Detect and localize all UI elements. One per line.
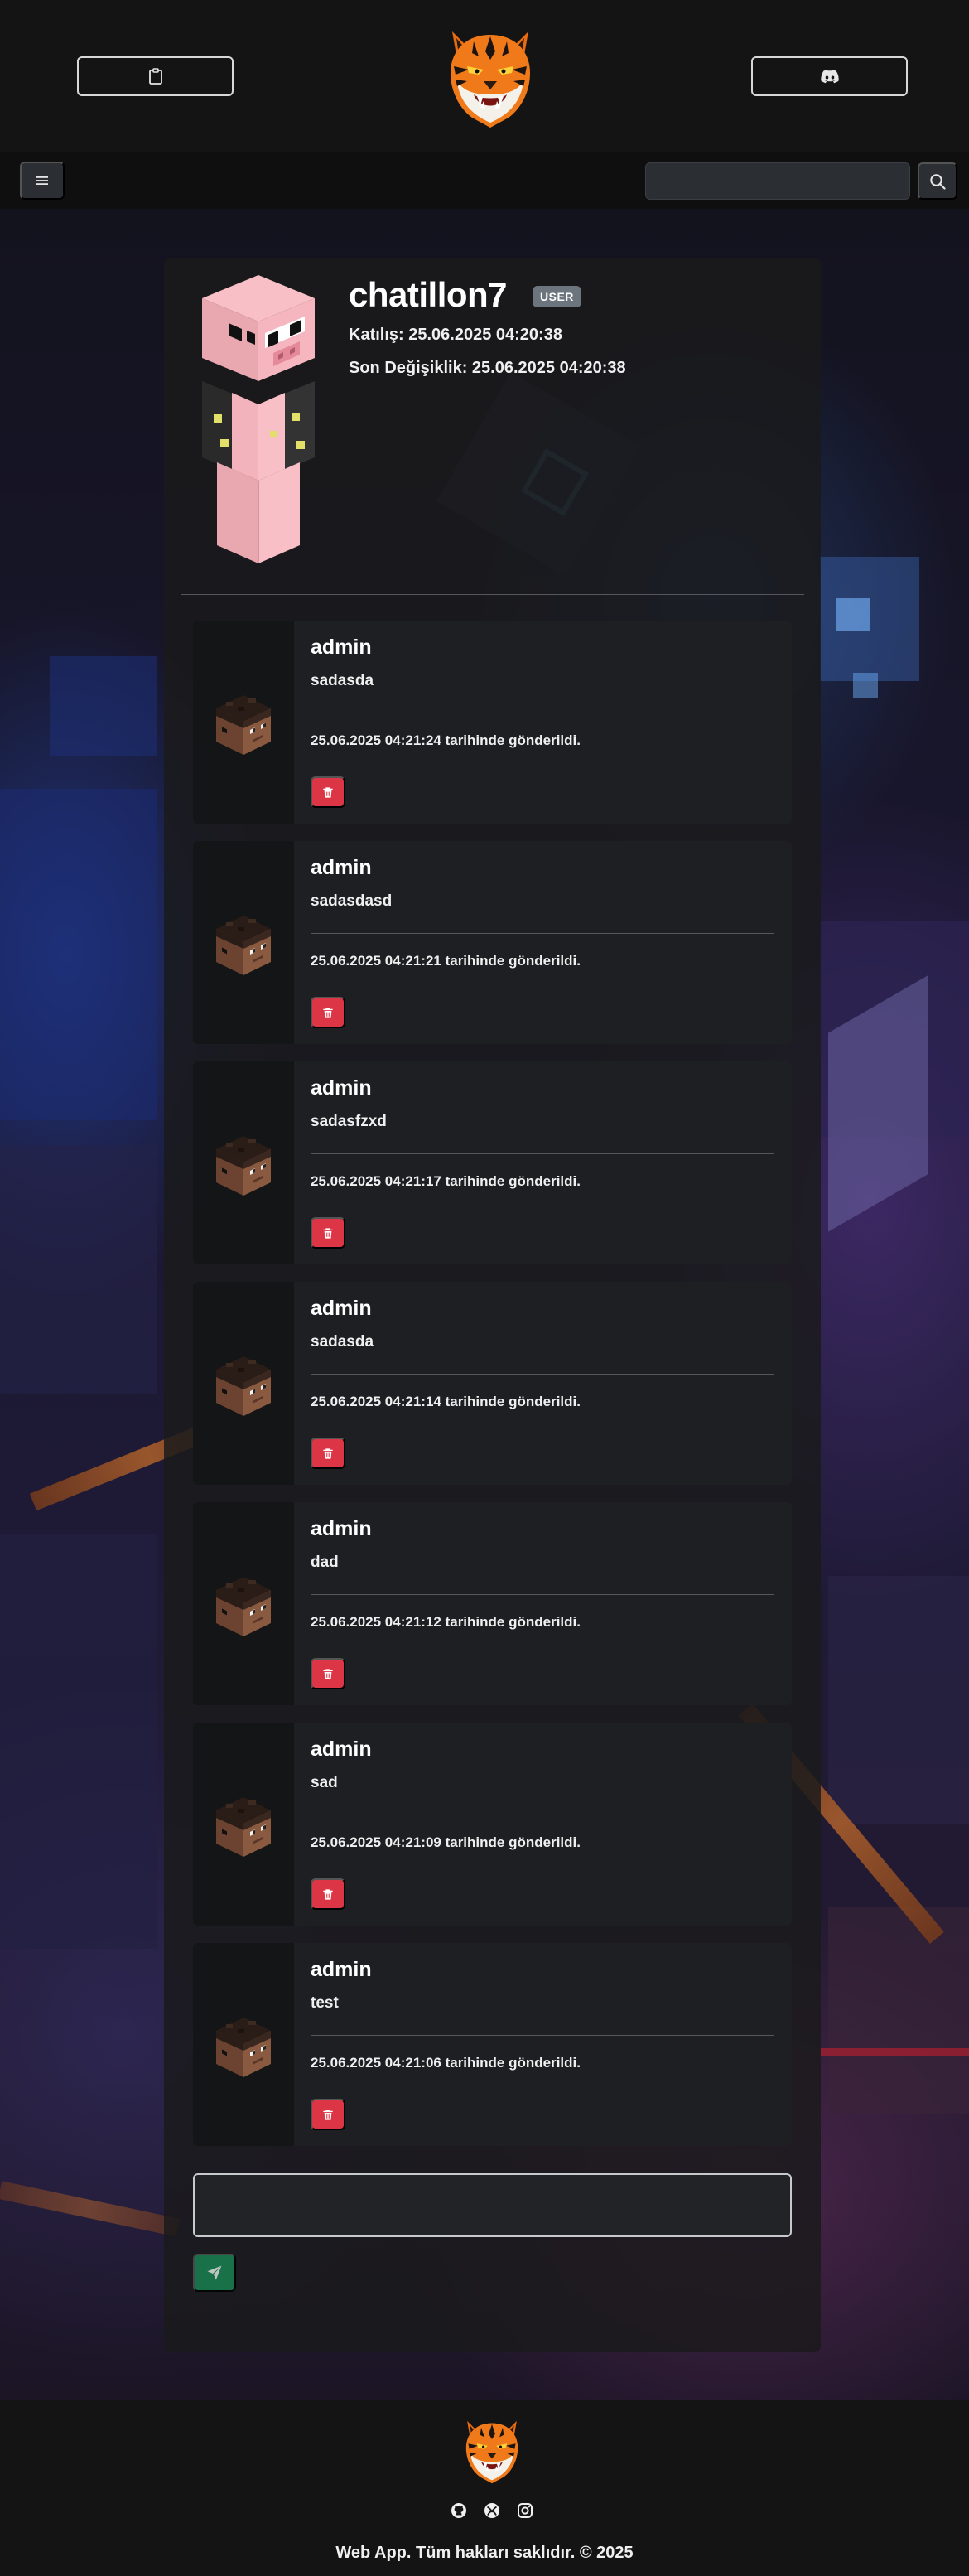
send-button[interactable] [193, 2254, 236, 2292]
search-button[interactable] [918, 162, 957, 200]
menu-button[interactable] [20, 162, 65, 200]
comment-item: admin sadasdasd 25.06.2025 04:21:21 tari… [193, 841, 792, 1044]
delete-comment-button[interactable] [311, 1658, 345, 1689]
comment-author[interactable]: admin [311, 1297, 372, 1321]
comment-author[interactable]: admin [311, 636, 372, 660]
comment-date: 25.06.2025 04:21:06 tarihinde gönderildi… [311, 2055, 581, 2071]
discord-button[interactable] [751, 56, 908, 96]
clipboard-icon [148, 68, 162, 85]
comment-author[interactable]: admin [311, 1517, 372, 1541]
profile-username: chatillon7 [349, 275, 508, 314]
author-avatar[interactable] [215, 694, 272, 756]
discord-icon [820, 69, 839, 83]
delete-comment-button[interactable] [311, 1438, 345, 1469]
author-avatar[interactable] [215, 1795, 272, 1858]
joined-date: Katılış: 25.06.2025 04:20:38 [349, 326, 562, 344]
role-badge: USER [533, 286, 581, 307]
trash-icon [322, 1447, 334, 1460]
author-avatar[interactable] [215, 1575, 272, 1638]
comment-text: dad [311, 1554, 339, 1571]
comment-textarea[interactable] [193, 2173, 792, 2237]
comment-date: 25.06.2025 04:21:21 tarihinde gönderildi… [311, 953, 581, 969]
modified-date: Son Değişiklik: 25.06.2025 04:20:38 [349, 359, 626, 377]
profile-divider [181, 594, 804, 595]
author-avatar[interactable] [215, 2016, 272, 2079]
comment-author[interactable]: admin [311, 1958, 372, 1982]
trash-icon [322, 1888, 334, 1901]
comment-item: admin sadasda 25.06.2025 04:21:24 tarihi… [193, 621, 792, 824]
send-icon [207, 2265, 222, 2280]
instagram-icon [518, 2503, 533, 2518]
trash-icon [322, 786, 334, 799]
xbox-icon [485, 2503, 499, 2518]
comment-item: admin sadasfzxd 25.06.2025 04:21:17 tari… [193, 1061, 792, 1264]
comment-text: sadasfzxd [311, 1113, 387, 1130]
search-icon [930, 173, 946, 190]
comment-text: test [311, 1994, 339, 2012]
comment-author[interactable]: admin [311, 1737, 372, 1762]
github-link[interactable] [449, 2501, 469, 2520]
comment-item: admin test 25.06.2025 04:21:06 tarihinde… [193, 1943, 792, 2146]
comment-text: sad [311, 1774, 338, 1791]
delete-comment-button[interactable] [311, 776, 345, 808]
trash-icon [322, 1227, 334, 1240]
comment-date: 25.06.2025 04:21:24 tarihinde gönderildi… [311, 732, 581, 748]
author-avatar[interactable] [215, 1134, 272, 1197]
comment-divider [311, 1153, 774, 1154]
author-avatar[interactable] [215, 914, 272, 977]
footer-tiger-logo [460, 2415, 524, 2485]
xbox-link[interactable] [482, 2501, 502, 2520]
delete-comment-button[interactable] [311, 1217, 345, 1249]
comment-divider [311, 1594, 774, 1595]
comment-list: admin sadasda 25.06.2025 04:21:24 tarihi… [193, 621, 792, 2163]
delete-comment-button[interactable] [311, 1878, 345, 1910]
comment-divider [311, 933, 774, 934]
trash-icon [322, 1668, 334, 1680]
comment-item: admin sad 25.06.2025 04:21:09 tarihinde … [193, 1723, 792, 1926]
comment-text: sadasda [311, 672, 374, 689]
comment-text: sadasda [311, 1333, 374, 1351]
clipboard-button[interactable] [77, 56, 234, 96]
comment-divider [311, 1374, 774, 1375]
comment-author[interactable]: admin [311, 856, 372, 880]
comment-divider [311, 2035, 774, 2036]
comment-date: 25.06.2025 04:21:12 tarihinde gönderildi… [311, 1614, 581, 1630]
comment-item: admin sadasda 25.06.2025 04:21:14 tarihi… [193, 1282, 792, 1485]
comment-date: 25.06.2025 04:21:14 tarihinde gönderildi… [311, 1394, 581, 1409]
comment-item: admin dad 25.06.2025 04:21:12 tarihinde … [193, 1502, 792, 1705]
github-icon [451, 2503, 466, 2518]
delete-comment-button[interactable] [311, 997, 345, 1028]
player-skin-render [202, 275, 315, 563]
delete-comment-button[interactable] [311, 2099, 345, 2130]
footer-copyright: Web App. Tüm hakları saklıdır. © 2025 [335, 2544, 634, 2562]
instagram-link[interactable] [515, 2501, 535, 2520]
search-input[interactable] [645, 162, 910, 200]
comment-text: sadasdasd [311, 892, 393, 910]
comment-author[interactable]: admin [311, 1076, 372, 1100]
menu-icon [36, 176, 48, 185]
comment-date: 25.06.2025 04:21:17 tarihinde gönderildi… [311, 1173, 581, 1189]
author-avatar[interactable] [215, 1355, 272, 1418]
trash-icon [322, 2109, 334, 2121]
tiger-logo[interactable] [441, 23, 540, 129]
comment-date: 25.06.2025 04:21:09 tarihinde gönderildi… [311, 1834, 581, 1850]
trash-icon [322, 1007, 334, 1019]
